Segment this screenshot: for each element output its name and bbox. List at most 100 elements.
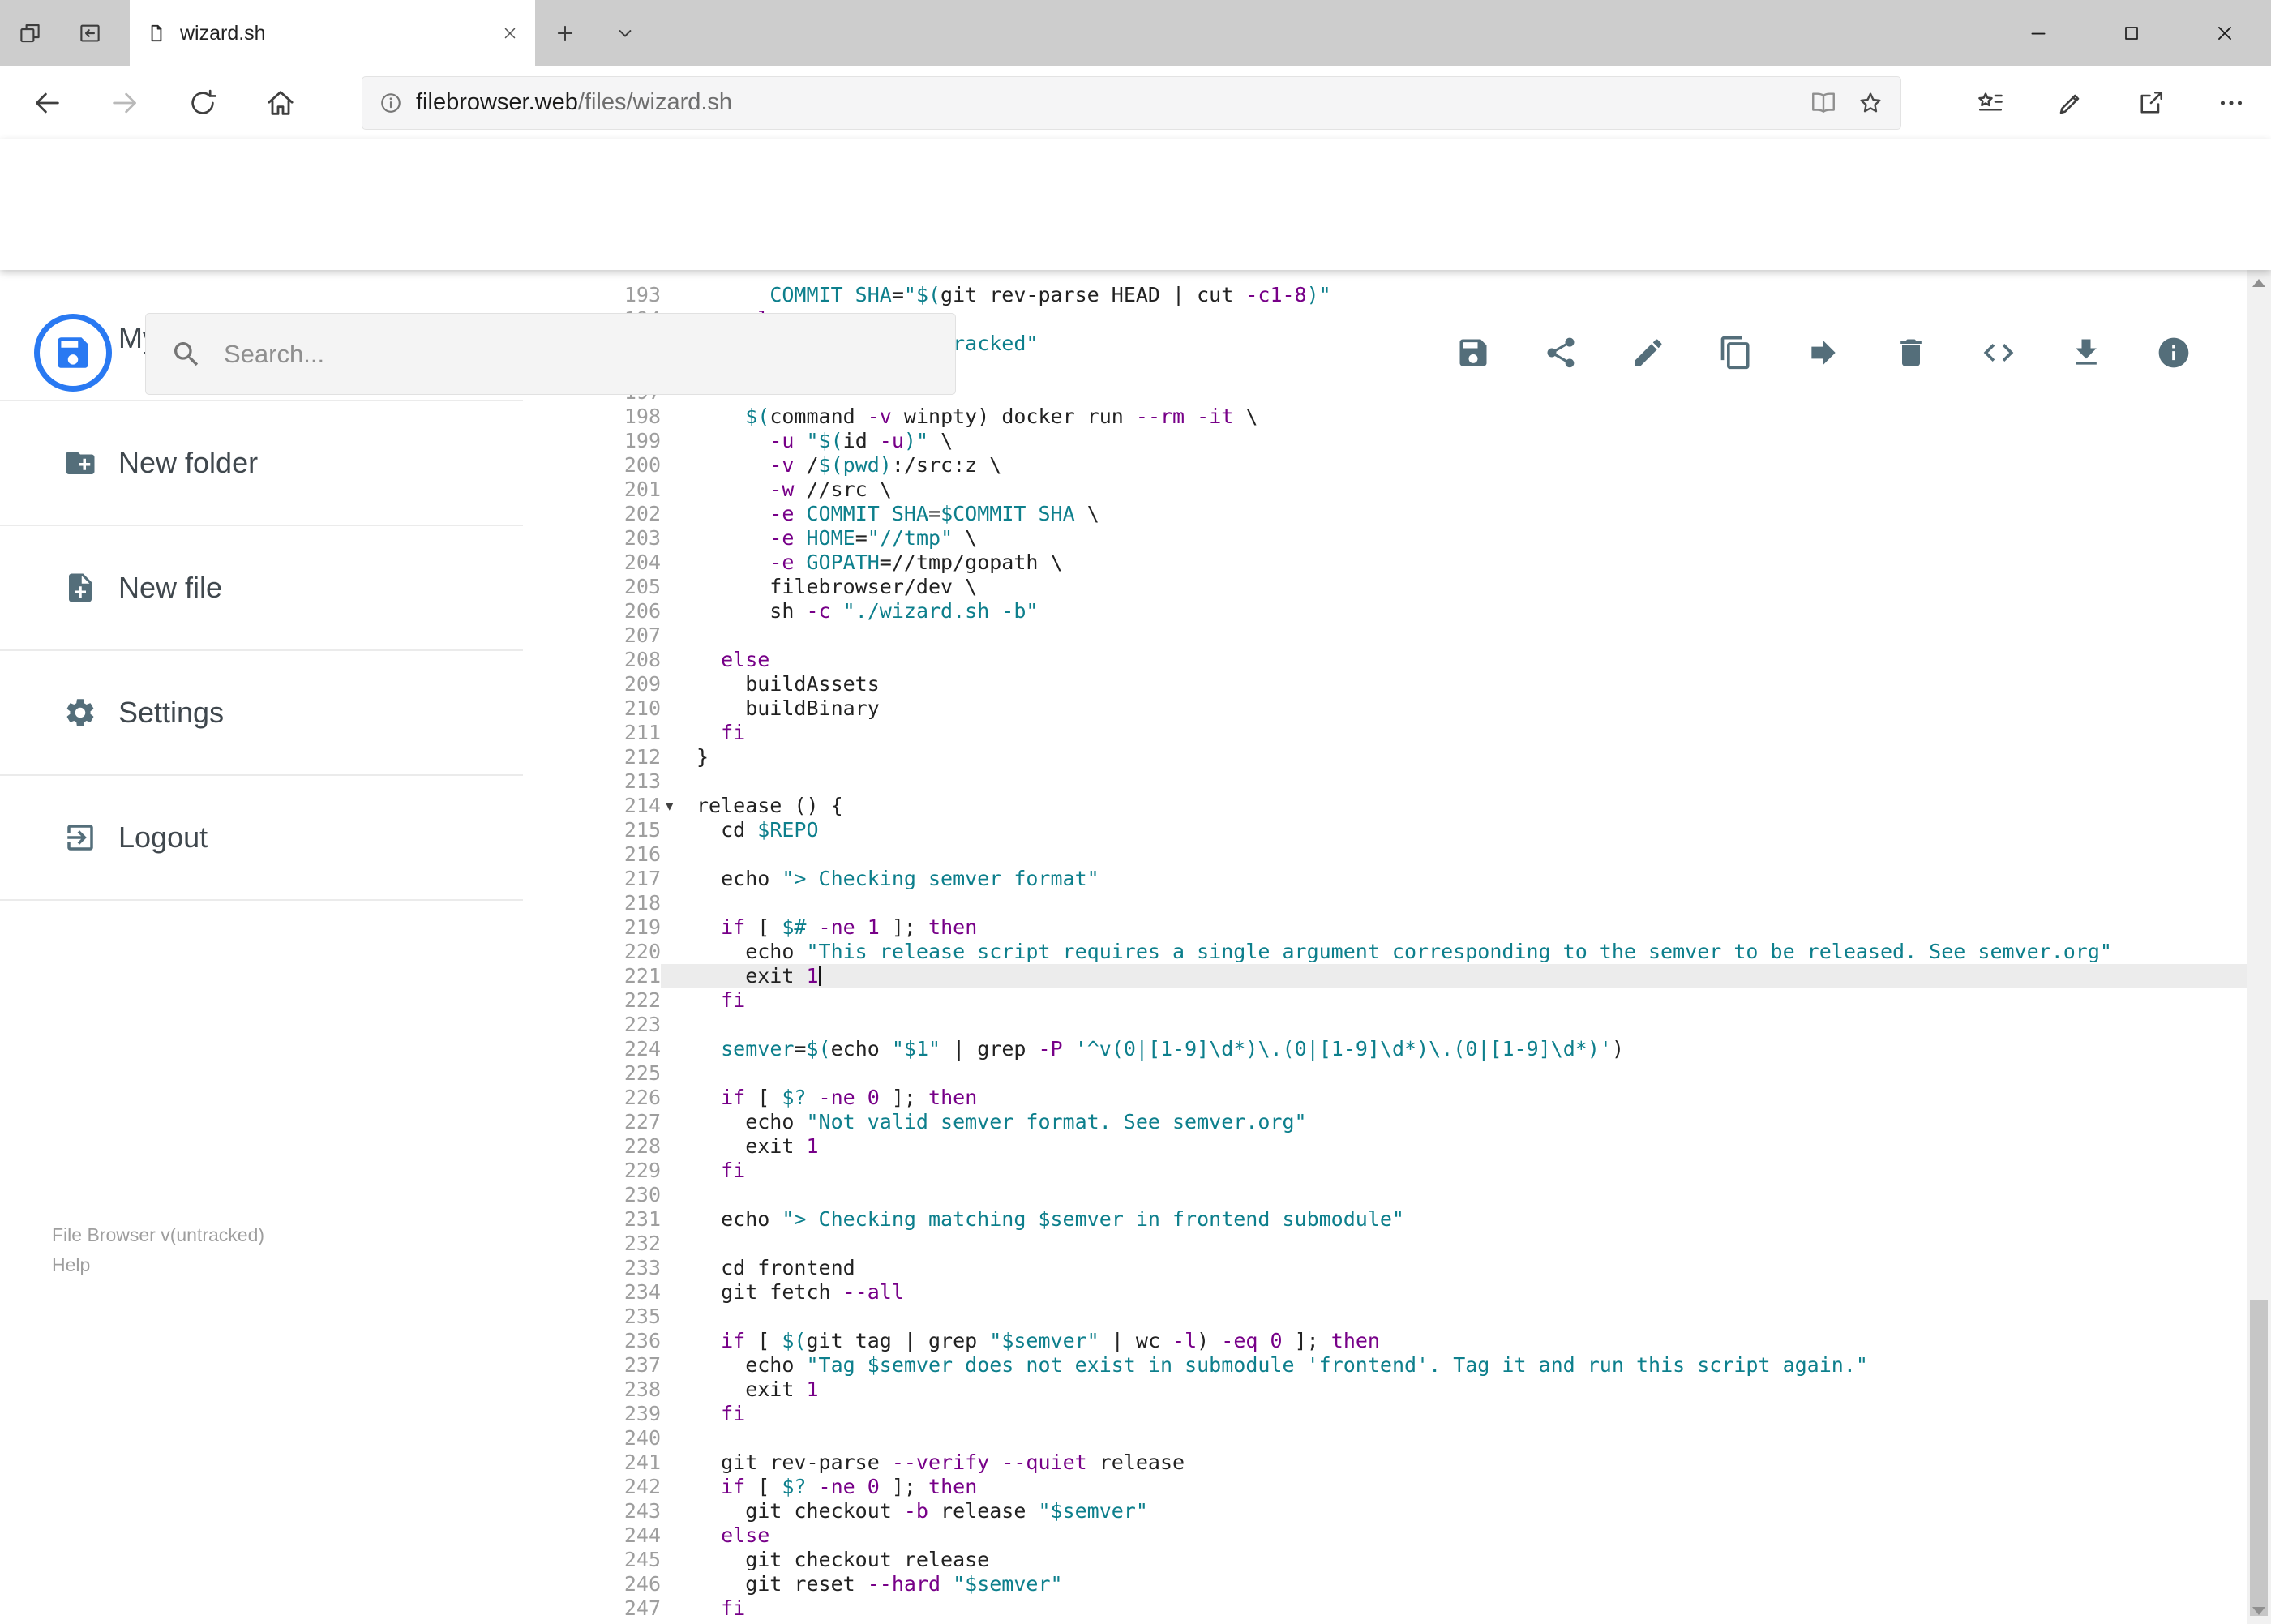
code-line[interactable]: 209 buildAssets	[523, 672, 2247, 696]
scrollbar[interactable]	[2247, 270, 2271, 1624]
code-line[interactable]: 237 echo "Tag $semver does not exist in …	[523, 1353, 2247, 1378]
sidebar-item-new-folder[interactable]: New folder	[0, 401, 523, 526]
download-button[interactable]	[2068, 335, 2104, 371]
save-button[interactable]	[1455, 335, 1491, 371]
close-window-button[interactable]	[2178, 0, 2271, 66]
code-line[interactable]: 207	[523, 623, 2247, 648]
info-button[interactable]	[2156, 335, 2192, 371]
code-line[interactable]: 215 cd $REPO	[523, 818, 2247, 842]
address-bar[interactable]: filebrowser.web/files/wizard.sh	[362, 75, 1901, 130]
code-line[interactable]: 205 filebrowser/dev \	[523, 575, 2247, 599]
favorite-star-icon[interactable]	[1857, 89, 1884, 117]
code-line[interactable]: 223	[523, 1013, 2247, 1037]
code-line[interactable]: 199 -u "$(id -u)" \	[523, 429, 2247, 453]
code-line[interactable]: 210 buildBinary	[523, 696, 2247, 721]
tab-previews-chevron-icon[interactable]	[595, 0, 655, 66]
hub-favorites-icon[interactable]	[1950, 66, 2030, 139]
code-line[interactable]: 193 COMMIT_SHA="$(git rev-parse HEAD | c…	[523, 283, 2247, 307]
code-line[interactable]: 240	[523, 1426, 2247, 1450]
code-line[interactable]: 226 if [ $? -ne 0 ]; then	[523, 1086, 2247, 1110]
code-line[interactable]: 208 else	[523, 648, 2247, 672]
code-line[interactable]: 216	[523, 842, 2247, 867]
tab-close-icon[interactable]	[501, 24, 519, 42]
code-line[interactable]: 225	[523, 1061, 2247, 1086]
code-line[interactable]: 244 else	[523, 1523, 2247, 1548]
code-line[interactable]: 238 exit 1	[523, 1378, 2247, 1402]
code-line[interactable]: 219 if [ $# -ne 1 ]; then	[523, 915, 2247, 940]
code-line[interactable]: 236 if [ $(git tag | grep "$semver" | wc…	[523, 1329, 2247, 1353]
code-line[interactable]: 203 -e HOME="//tmp" \	[523, 526, 2247, 551]
code-area[interactable]: 193 COMMIT_SHA="$(git rev-parse HEAD | c…	[523, 283, 2247, 1621]
move-button[interactable]	[1806, 335, 1841, 371]
maximize-button[interactable]	[2085, 0, 2178, 66]
back-button[interactable]	[8, 66, 86, 139]
code-line[interactable]: 231 echo "> Checking matching $semver in…	[523, 1207, 2247, 1232]
more-options-icon[interactable]	[2191, 66, 2271, 139]
code-line[interactable]: 243 git checkout -b release "$semver"	[523, 1499, 2247, 1523]
app-logo[interactable]	[34, 314, 112, 392]
sidebar-item-logout[interactable]: Logout	[0, 776, 523, 901]
code-line[interactable]: 213	[523, 769, 2247, 794]
code-line[interactable]: 198 $(command -v winpty) docker run --rm…	[523, 405, 2247, 429]
code-line[interactable]: 222 fi	[523, 988, 2247, 1013]
code-line[interactable]: 206 sh -c "./wizard.sh -b"	[523, 599, 2247, 623]
browser-window: wizard.sh filebrowser.web/files/wizard.s…	[0, 0, 2271, 1624]
code-line[interactable]: 228 exit 1	[523, 1134, 2247, 1159]
code-line[interactable]: 235	[523, 1305, 2247, 1329]
minimize-button[interactable]	[1991, 0, 2085, 66]
reading-view-icon[interactable]	[1810, 89, 1837, 117]
scrollbar-thumb[interactable]	[2250, 1300, 2268, 1616]
code-line[interactable]: 211 fi	[523, 721, 2247, 745]
code-line[interactable]: 234 git fetch --all	[523, 1280, 2247, 1305]
code-line[interactable]: 201 -w //src \	[523, 478, 2247, 502]
code-line[interactable]: 242 if [ $? -ne 0 ]; then	[523, 1475, 2247, 1499]
forward-button[interactable]	[86, 66, 164, 139]
code-line[interactable]: 233 cd frontend	[523, 1256, 2247, 1280]
new-tab-button[interactable]	[535, 0, 595, 66]
tabs-set-aside-panel-icon[interactable]	[0, 0, 60, 66]
code-line[interactable]: 230	[523, 1183, 2247, 1207]
sidebar-item-settings[interactable]: Settings	[0, 651, 523, 776]
help-link[interactable]: Help	[52, 1250, 264, 1280]
code-line[interactable]: 217 echo "> Checking semver format"	[523, 867, 2247, 891]
code-line[interactable]: 229 fi	[523, 1159, 2247, 1183]
site-info-icon[interactable]	[379, 91, 403, 115]
code-line[interactable]: 239 fi	[523, 1402, 2247, 1426]
copy-button[interactable]	[1718, 335, 1754, 371]
search-input[interactable]: Search...	[145, 313, 956, 395]
refresh-button[interactable]	[164, 66, 242, 139]
code-line[interactable]: 224 semver=$(echo "$1" | grep -P '^v(0|[…	[523, 1037, 2247, 1061]
fold-marker-icon[interactable]: ▾	[661, 794, 696, 818]
home-button[interactable]	[242, 66, 319, 139]
line-number: 210	[623, 696, 661, 720]
code-line[interactable]: 212}	[523, 745, 2247, 769]
code-line[interactable]: 232	[523, 1232, 2247, 1256]
code-line[interactable]: 220 echo "This release script requires a…	[523, 940, 2247, 964]
sidebar-item-new-file[interactable]: New file	[0, 526, 523, 651]
code-view-button[interactable]	[1981, 335, 2016, 371]
code-line[interactable]: 214 ▾ release () {	[523, 794, 2247, 818]
code-line[interactable]: 247 fi	[523, 1596, 2247, 1621]
scroll-down-arrow-icon[interactable]	[2252, 1607, 2265, 1615]
code-line[interactable]: 246 git reset --hard "$semver"	[523, 1572, 2247, 1596]
code-line[interactable]: 218	[523, 891, 2247, 915]
code-line[interactable]: 227 echo "Not valid semver format. See s…	[523, 1110, 2247, 1134]
browser-tab[interactable]: wizard.sh	[130, 0, 535, 66]
code-line[interactable]: 221 exit 1	[523, 964, 2247, 988]
share-button[interactable]	[1543, 335, 1579, 371]
code-line[interactable]: 241 git rev-parse --verify --quiet relea…	[523, 1450, 2247, 1475]
share-icon[interactable]	[2110, 66, 2191, 139]
code-editor[interactable]: 193 COMMIT_SHA="$(git rev-parse HEAD | c…	[523, 270, 2247, 1624]
code-line[interactable]: 202 -e COMMIT_SHA=$COMMIT_SHA \	[523, 502, 2247, 526]
code-line[interactable]: 204 -e GOPATH=//tmp/gopath \	[523, 551, 2247, 575]
edit-button[interactable]	[1630, 335, 1666, 371]
sidebar: My files New folder New file Settings Lo…	[0, 270, 523, 1624]
scroll-up-arrow-icon[interactable]	[2252, 279, 2265, 287]
url-text[interactable]: filebrowser.web/files/wizard.sh	[416, 89, 1810, 116]
code-line[interactable]: 245 git checkout release	[523, 1548, 2247, 1572]
code-line[interactable]: 200 -v /$(pwd):/src:z \	[523, 453, 2247, 478]
annotate-pen-icon[interactable]	[2030, 66, 2110, 139]
set-tabs-aside-icon[interactable]	[60, 0, 120, 66]
delete-button[interactable]	[1893, 335, 1929, 371]
